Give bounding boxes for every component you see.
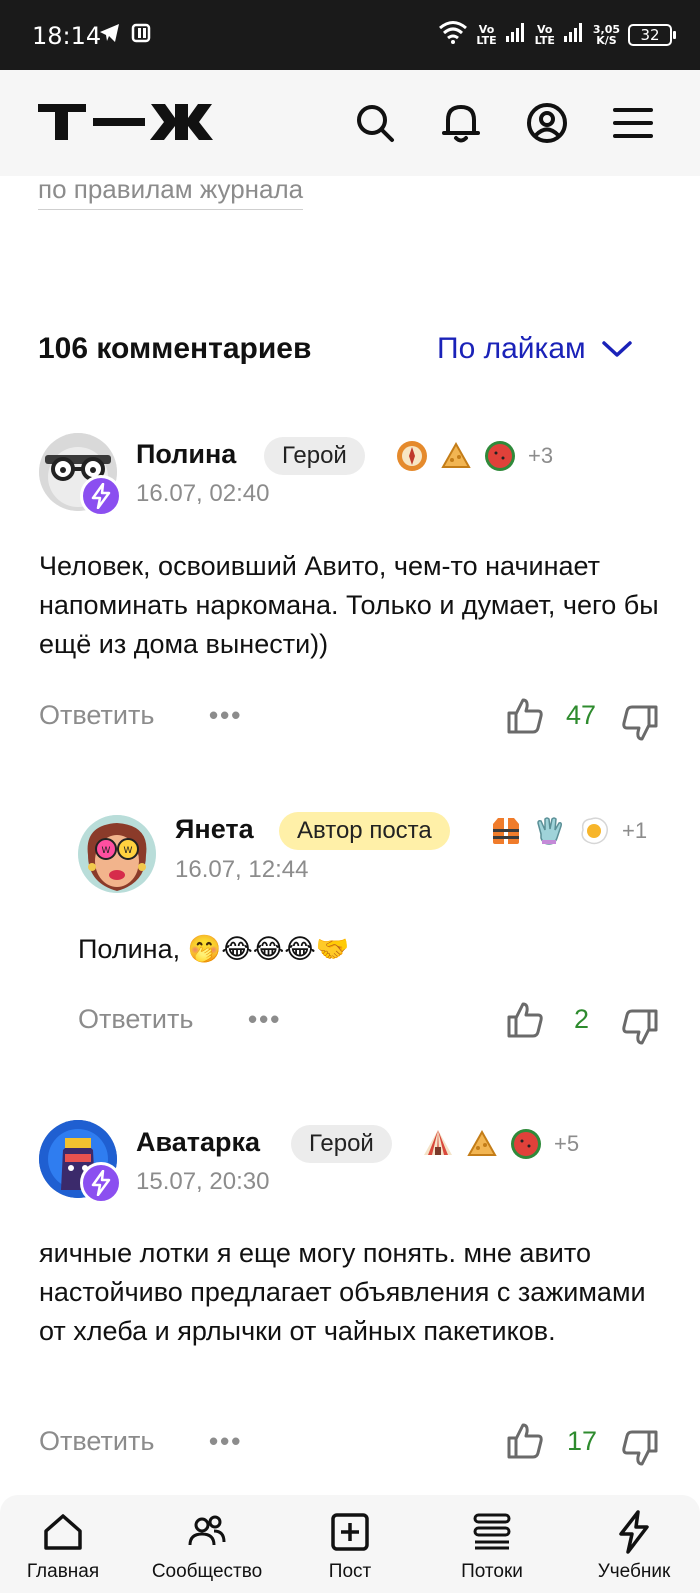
nav-label: Сообщество xyxy=(151,1561,263,1582)
sim2-volte: Vo LTE xyxy=(534,22,555,47)
stickers-more[interactable]: +5 xyxy=(554,1131,579,1157)
nav-textbook[interactable]: Учебник xyxy=(584,1509,684,1583)
nav-post[interactable]: Пост xyxy=(308,1509,392,1583)
more-options-button[interactable]: ••• xyxy=(209,700,242,731)
reply-button[interactable]: Ответить xyxy=(39,1426,154,1457)
comment-date: 16.07, 02:40 xyxy=(136,480,270,507)
streams-icon xyxy=(473,1513,511,1550)
pie-slice-sticker-icon xyxy=(464,1126,500,1162)
author-name[interactable]: Аватарка xyxy=(136,1127,260,1158)
thumbs-down-icon[interactable] xyxy=(620,1007,660,1047)
sticker-row: +1 xyxy=(488,813,647,849)
nav-label: Главная xyxy=(26,1561,100,1582)
signal-icon xyxy=(505,21,527,48)
lightning-badge-icon xyxy=(80,475,122,517)
author-name[interactable]: Полина xyxy=(136,439,236,470)
wifi-icon xyxy=(438,20,468,49)
thumbs-up-icon[interactable] xyxy=(505,1000,545,1040)
reply-button[interactable]: Ответить xyxy=(39,700,154,731)
nav-label: Пост xyxy=(328,1561,372,1582)
bottom-navigation: Главная Сообщество Пост Потоки Учебник xyxy=(0,1495,700,1593)
notification-app-icon xyxy=(130,22,152,49)
hero-badge: Герой xyxy=(264,437,365,475)
comment-date: 15.07, 20:30 xyxy=(136,1168,270,1195)
sticker-row: +3 xyxy=(394,438,553,474)
menu-icon[interactable] xyxy=(610,100,656,146)
rules-link[interactable]: по правилам журнала xyxy=(38,174,304,210)
comments-count-title: 106 комментариев xyxy=(38,332,312,365)
net-speed: 3,05 K/S xyxy=(592,22,620,47)
lightning-icon xyxy=(619,1510,649,1554)
community-icon xyxy=(188,1515,226,1546)
nav-community[interactable]: Сообщество xyxy=(142,1509,272,1583)
likes-count: 2 xyxy=(574,1004,590,1034)
avatar[interactable]: W W xyxy=(78,815,156,893)
circus-tent-sticker-icon xyxy=(420,1126,456,1162)
bell-icon[interactable] xyxy=(438,100,484,146)
svg-text:W: W xyxy=(102,846,111,856)
comment-text: Человек, освоивший Авито, чем-то начинае… xyxy=(39,551,659,659)
reply-button[interactable]: Ответить xyxy=(78,1004,193,1035)
thumbs-down-icon[interactable] xyxy=(620,703,660,743)
app-header xyxy=(0,70,700,176)
likes-count: 17 xyxy=(567,1426,598,1456)
lightning-badge-icon xyxy=(80,1162,122,1204)
sort-dropdown[interactable]: По лайкам xyxy=(437,332,632,366)
comment-text: Полина, 🤭😂😂😂🤝 xyxy=(78,934,350,964)
sort-label: По лайкам xyxy=(437,332,586,365)
chevron-down-icon xyxy=(601,332,632,366)
watermelon-sticker-icon xyxy=(508,1126,544,1162)
sim1-volte: Vo LTE xyxy=(476,22,497,47)
watermelon-sticker-icon xyxy=(482,438,518,474)
profile-icon[interactable] xyxy=(524,100,570,146)
nav-streams[interactable]: Потоки xyxy=(446,1509,538,1583)
life-vest-sticker-icon xyxy=(488,813,524,849)
hero-badge: Герой xyxy=(291,1125,392,1163)
svg-text:W: W xyxy=(124,846,133,856)
search-icon[interactable] xyxy=(352,100,398,146)
stickers-more[interactable]: +3 xyxy=(528,443,553,469)
status-bar: 18:14 Vo LTE Vo LTE 3,05 K/S 32 xyxy=(0,0,700,70)
battery-indicator: 32 xyxy=(628,23,676,46)
thumbs-up-icon[interactable] xyxy=(505,696,545,736)
nav-label: Потоки xyxy=(461,1561,523,1582)
more-options-button[interactable]: ••• xyxy=(209,1426,242,1457)
status-time: 18:14 xyxy=(32,22,102,50)
author-name[interactable]: Янета xyxy=(175,814,254,845)
fried-egg-sticker-icon xyxy=(576,813,612,849)
thumbs-down-icon[interactable] xyxy=(620,1428,660,1468)
sticker-row: +5 xyxy=(420,1126,579,1162)
nav-label: Учебник xyxy=(597,1561,671,1582)
telegram-icon xyxy=(98,22,122,49)
stickers-more[interactable]: +1 xyxy=(622,818,647,844)
home-icon xyxy=(44,1514,82,1550)
glove-sticker-icon xyxy=(532,813,568,849)
likes-count: 47 xyxy=(566,700,597,730)
status-indicators: Vo LTE Vo LTE 3,05 K/S 32 xyxy=(438,20,676,49)
compass-sticker-icon xyxy=(394,438,430,474)
more-options-button[interactable]: ••• xyxy=(248,1004,281,1035)
add-post-icon xyxy=(331,1513,369,1551)
post-author-badge: Автор поста xyxy=(279,812,450,850)
comment-text: яичные лотки я еще могу понять. мне авит… xyxy=(39,1238,646,1346)
nav-home[interactable]: Главная xyxy=(20,1509,106,1583)
tj-logo[interactable] xyxy=(38,104,232,145)
pie-slice-sticker-icon xyxy=(438,438,474,474)
comment-date: 16.07, 12:44 xyxy=(175,856,309,883)
thumbs-up-icon[interactable] xyxy=(505,1421,545,1461)
signal-icon xyxy=(563,21,585,48)
